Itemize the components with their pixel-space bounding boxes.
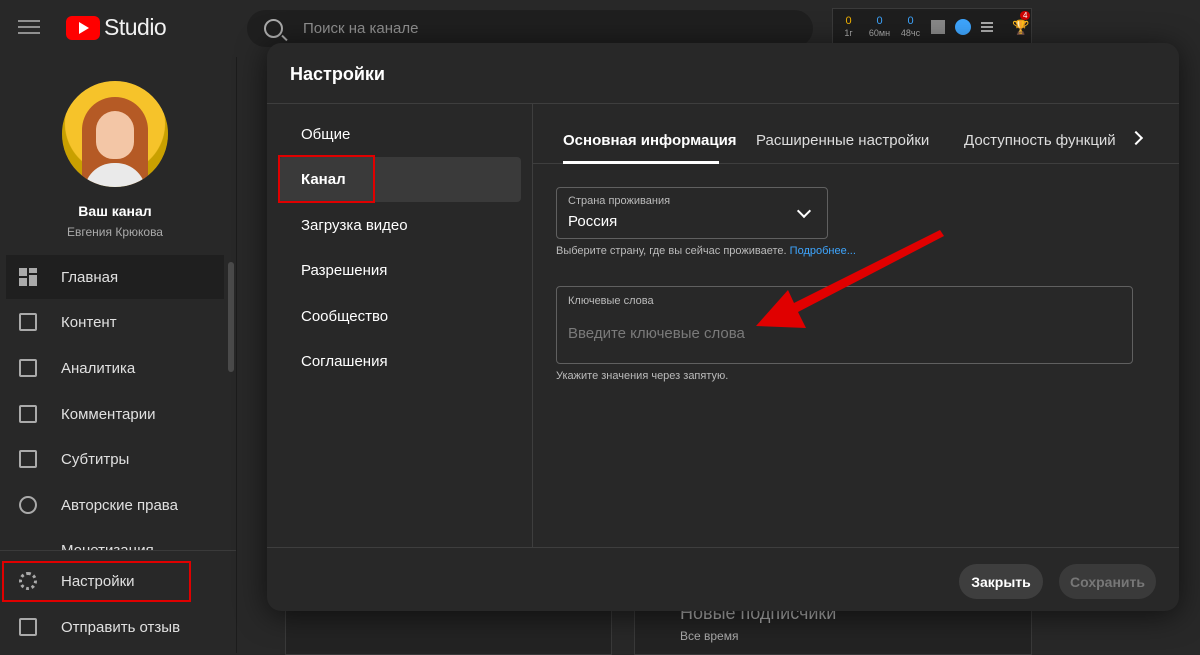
- channel-owner: Евгения Крюкова: [67, 225, 163, 239]
- chevron-right-icon[interactable]: [1128, 130, 1144, 146]
- sidebar-item-comments[interactable]: Комментарии: [6, 392, 224, 436]
- avatar[interactable]: [62, 81, 168, 187]
- subtitles-icon: [19, 450, 37, 468]
- settings-dialog: Настройки Общие Канал Загрузка видео Раз…: [267, 43, 1179, 611]
- stat-48ch: 0 48чс: [900, 15, 921, 38]
- stat-60mn: 0 60мн: [868, 15, 891, 38]
- dialog-nav-agreements[interactable]: Соглашения: [278, 339, 521, 384]
- dialog-nav-general[interactable]: Общие: [278, 112, 521, 157]
- learn-more-link[interactable]: Подробнее...: [790, 245, 856, 257]
- sidebar-item-label: Монетизация: [61, 542, 154, 551]
- stat-1g: 0 1г: [844, 15, 853, 38]
- dialog-nav-upload[interactable]: Загрузка видео: [278, 203, 521, 248]
- tab-basic-info[interactable]: Основная информация: [563, 132, 737, 149]
- copyright-icon: [19, 496, 37, 514]
- analytics-icon: [19, 359, 37, 377]
- dialog-nav-community[interactable]: Сообщество: [278, 294, 521, 339]
- dialog-nav-permissions[interactable]: Разрешения: [278, 248, 521, 293]
- sidebar-item-label: Авторские права: [61, 496, 178, 514]
- sidebar-item-dashboard[interactable]: Главная: [6, 255, 224, 299]
- country-help: Выберите страну, где вы сейчас проживает…: [556, 245, 856, 257]
- chart-icon[interactable]: [931, 20, 945, 34]
- active-tab-indicator: [563, 161, 719, 164]
- feedback-icon: [19, 618, 37, 636]
- comments-icon: [19, 405, 37, 423]
- sidebar-item-label: Комментарии: [61, 405, 156, 423]
- trophy-icon[interactable]: 🏆 4: [1012, 10, 1031, 36]
- channel-title: Ваш канал: [78, 203, 152, 219]
- dialog-title: Настройки: [290, 64, 385, 84]
- keywords-field[interactable]: Ключевые слова: [556, 286, 1133, 364]
- country-value: Россия: [568, 213, 618, 230]
- chevron-down-icon: [796, 203, 812, 219]
- list-icon[interactable]: [981, 20, 993, 34]
- sidebar-item-content[interactable]: Контент: [6, 300, 224, 344]
- logo-text: Studio: [104, 14, 167, 40]
- divider: [0, 550, 236, 551]
- notification-badge: 4: [1020, 10, 1031, 20]
- sidebar-item-label: Субтитры: [61, 450, 130, 468]
- tab-features[interactable]: Доступность функций: [964, 132, 1116, 149]
- search-icon: [264, 19, 283, 38]
- country-label: Страна проживания: [568, 195, 671, 207]
- sidebar-item-label: Контент: [61, 313, 117, 331]
- channel-highlight-box: [278, 155, 375, 203]
- keywords-help: Укажите значения через запятую.: [556, 370, 729, 382]
- sidebar-scrollbar[interactable]: [228, 262, 234, 372]
- keywords-input[interactable]: [568, 325, 1108, 342]
- sidebar-item-label: Аналитика: [61, 359, 136, 377]
- sidebar-item-copyright[interactable]: Авторские права: [6, 483, 224, 527]
- play-circle-icon[interactable]: [955, 19, 971, 35]
- save-button[interactable]: Сохранить: [1059, 564, 1156, 599]
- stats-widget: 0 1г 0 60мн 0 48чс 🏆 4: [832, 8, 1032, 46]
- sidebar-item-label: Главная: [61, 268, 119, 286]
- hamburger-menu-icon[interactable]: [18, 16, 40, 38]
- sidebar-item-subtitles[interactable]: Субтитры: [6, 437, 224, 481]
- studio-logo[interactable]: Studio: [66, 14, 167, 41]
- search-bar[interactable]: Поиск на канале: [247, 10, 813, 47]
- search-placeholder: Поиск на канале: [303, 20, 419, 37]
- sidebar-item-monetization[interactable]: Монетизация: [6, 529, 224, 551]
- dashboard-icon: [19, 268, 37, 286]
- tab-advanced[interactable]: Расширенные настройки: [756, 132, 929, 149]
- settings-highlight-box: [2, 561, 191, 602]
- sidebar-item-feedback[interactable]: Отправить отзыв: [6, 605, 224, 649]
- close-button[interactable]: Закрыть: [959, 564, 1043, 599]
- content-icon: [19, 313, 37, 331]
- dialog-footer: Закрыть Сохранить: [267, 547, 1179, 611]
- youtube-logo-icon: [66, 15, 100, 40]
- keywords-label: Ключевые слова: [568, 295, 654, 307]
- dialog-header: Настройки: [267, 43, 1179, 104]
- country-select[interactable]: Страна проживания Россия: [556, 187, 828, 239]
- new-subscribers-period: Все время: [680, 629, 739, 643]
- sidebar-item-label: Отправить отзыв: [61, 618, 181, 636]
- sidebar-item-analytics[interactable]: Аналитика: [6, 346, 224, 390]
